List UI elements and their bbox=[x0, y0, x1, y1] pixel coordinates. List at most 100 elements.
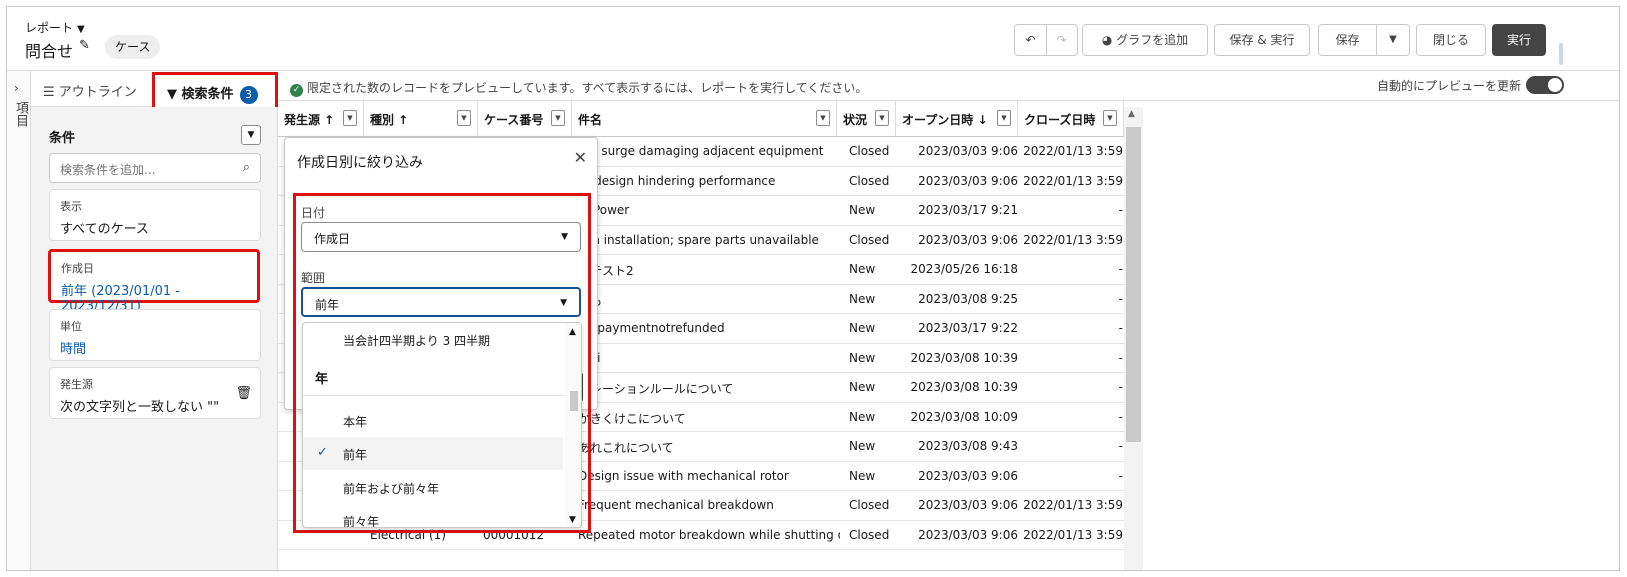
close-button[interactable]: 閉じる bbox=[1416, 24, 1486, 56]
chevron-up-icon[interactable]: ▲ bbox=[1128, 109, 1135, 119]
cell-status: New bbox=[849, 291, 876, 306]
range-options-listbox[interactable]: 当会計四半期より 3 四半期 年 本年 ✓ 前年 前年および前々年 前々年 ▲ ▼ bbox=[302, 322, 582, 528]
cell-open: 2023/03/03 9:06 bbox=[918, 468, 1018, 483]
option-group-year: 年 bbox=[315, 372, 329, 387]
date-field-select[interactable]: 作成日 ▼ bbox=[301, 222, 581, 252]
chevron-down-icon[interactable]: ▼ bbox=[77, 24, 85, 35]
tab-filters[interactable]: ▼ 検索条件 3 bbox=[152, 72, 278, 112]
option-quarter[interactable]: 当会計四半期より 3 四半期 bbox=[303, 323, 563, 356]
filter-card-created-date[interactable]: 作成日 前年 (2023/01/01 - 2023/12/31) bbox=[48, 249, 260, 314]
divider bbox=[1046, 25, 1047, 55]
cell-subject: あれこれについて bbox=[578, 441, 674, 455]
chevron-down-icon[interactable]: ▼ bbox=[457, 110, 471, 126]
filter-card-origin[interactable]: 発生源 次の文字列と一致しない "" 🗑 bbox=[49, 367, 261, 419]
chevron-down-icon[interactable]: ▼ bbox=[343, 110, 357, 126]
breadcrumb-label: レポート bbox=[25, 21, 74, 35]
filter-value: 時間 bbox=[60, 342, 87, 357]
save-and-run-button[interactable]: 保存 & 実行 bbox=[1214, 24, 1310, 56]
column-header-opened[interactable]: オープン日時 ↓ ▼ bbox=[896, 101, 1018, 137]
option-last-year[interactable]: ✓ 前年 bbox=[303, 437, 563, 470]
chevron-down-icon[interactable]: ▼ bbox=[569, 515, 576, 525]
redo-icon[interactable]: ↷ bbox=[1046, 25, 1077, 55]
cell-close: - bbox=[1118, 468, 1123, 483]
date-field-label: 日付 bbox=[301, 206, 326, 220]
cell-open: 2023/03/08 9:25 bbox=[918, 291, 1018, 306]
option-label: 当会計四半期より 3 四半期 bbox=[343, 334, 491, 348]
chevron-down-icon: ▼ bbox=[560, 298, 567, 308]
report-header: レポート ▼ 問合せ ✎ ケース ↶ ↷ ◕ グラフを追加 保存 & 実行 保存 ▼… bbox=[7, 7, 1619, 71]
cell-open: 2023/03/17 9:21 bbox=[918, 203, 1018, 217]
filter-value: すべてのケース bbox=[60, 222, 149, 237]
option-two-years-ago[interactable]: 前々年 bbox=[303, 504, 563, 528]
option-label: 本年 bbox=[343, 415, 368, 429]
column-header-status[interactable]: 状況 ▼ bbox=[837, 101, 896, 137]
report-title: 問合せ bbox=[25, 42, 74, 61]
chevron-down-icon[interactable]: ▼ bbox=[875, 110, 889, 126]
conditions-menu-button[interactable]: ▼ bbox=[241, 125, 261, 145]
filter-label: 単位 bbox=[60, 320, 82, 333]
cell-close: 2022/01/13 3:59 bbox=[1023, 498, 1123, 512]
search-placeholder: 検索条件を追加... bbox=[60, 163, 156, 177]
conditions-heading: 条件 bbox=[49, 131, 76, 146]
close-icon[interactable]: ✕ bbox=[574, 148, 587, 167]
breadcrumb-reports[interactable]: レポート ▼ bbox=[25, 19, 85, 36]
auto-preview-label: 自動的にプレビューを更新 bbox=[1377, 79, 1522, 93]
chevron-down-icon[interactable]: ▼ bbox=[997, 110, 1011, 126]
chevron-right-icon[interactable]: › bbox=[14, 81, 19, 95]
check-icon: ✓ bbox=[317, 445, 328, 460]
fields-rail[interactable]: › 項目 bbox=[7, 71, 31, 570]
cell-open: 2023/03/08 9:43 bbox=[918, 439, 1018, 453]
cell-status: Closed bbox=[849, 144, 890, 158]
column-header-source[interactable]: 発生源 ↑ ▼ bbox=[278, 101, 364, 137]
cell-close: - bbox=[1118, 321, 1123, 335]
cell-open: 2023/03/17 9:22 bbox=[918, 321, 1018, 335]
column-header-closed[interactable]: クローズ日時 ▼ bbox=[1018, 101, 1124, 137]
chart-icon: ◕ bbox=[1101, 33, 1117, 47]
auto-preview-toggle[interactable] bbox=[1526, 76, 1564, 94]
filter-label: 発生源 bbox=[60, 378, 93, 391]
cell-open: 2023/03/08 10:39 bbox=[910, 350, 1018, 365]
popover-title: 作成日別に絞り込み bbox=[297, 155, 423, 171]
side-handle[interactable] bbox=[1559, 43, 1563, 65]
undo-redo-group: ↶ ↷ bbox=[1014, 24, 1078, 56]
trash-icon[interactable]: 🗑 bbox=[235, 386, 252, 401]
cell-status: Closed bbox=[849, 498, 890, 512]
range-select[interactable]: 前年 ▼ bbox=[301, 287, 581, 317]
table-scrollbar[interactable]: ▲ bbox=[1124, 107, 1143, 570]
option-last-two-years[interactable]: 前年および前々年 bbox=[303, 471, 563, 504]
filter-card-show[interactable]: 表示 すべてのケース bbox=[49, 189, 261, 241]
chevron-down-icon[interactable]: ▼ bbox=[1103, 110, 1117, 126]
list-icon: ☰ bbox=[43, 85, 59, 100]
column-header-case-number[interactable]: ケース番号 ▼ bbox=[478, 101, 572, 137]
scroll-thumb[interactable] bbox=[1126, 127, 1141, 442]
add-filter-search-input[interactable]: 検索条件を追加... ⌕ bbox=[49, 153, 261, 183]
option-this-year[interactable]: 本年 bbox=[303, 404, 563, 437]
column-header-subject[interactable]: 件名 ▼ bbox=[572, 101, 837, 137]
chevron-down-icon: ▼ bbox=[561, 232, 568, 242]
header-label: クローズ日時 bbox=[1024, 113, 1096, 127]
add-chart-label: グラフを追加 bbox=[1116, 33, 1189, 47]
edit-pencil-icon[interactable]: ✎ bbox=[79, 38, 90, 53]
chevron-down-icon[interactable]: ▼ bbox=[816, 110, 830, 126]
cell-subject: y in installation; spare parts unavailab… bbox=[578, 232, 819, 247]
header-label: ケース番号 bbox=[484, 113, 544, 127]
search-icon: ⌕ bbox=[242, 160, 250, 175]
cell-subject: Repeated motor breakdown while shutting … bbox=[578, 527, 840, 542]
column-header-type[interactable]: 種別 ↑ ▼ bbox=[364, 101, 478, 137]
chevron-down-icon[interactable]: ▼ bbox=[1376, 25, 1410, 55]
filter-card-unit[interactable]: 単位 時間 bbox=[49, 309, 261, 361]
undo-icon[interactable]: ↶ bbox=[1015, 25, 1046, 55]
scroll-thumb[interactable] bbox=[570, 391, 578, 411]
cell-close: 2022/01/13 3:59 bbox=[1023, 173, 1123, 188]
check-circle-icon: ✓ bbox=[290, 84, 303, 97]
cell-close: - bbox=[1118, 409, 1123, 424]
run-button[interactable]: 実行 bbox=[1492, 24, 1546, 56]
tab-outline[interactable]: ☰ アウトライン bbox=[43, 81, 137, 100]
listbox-scrollbar[interactable]: ▲ ▼ bbox=[565, 323, 581, 527]
chevron-up-icon[interactable]: ▲ bbox=[569, 327, 576, 337]
cell-status: New bbox=[849, 203, 876, 217]
add-chart-button[interactable]: ◕ グラフを追加 bbox=[1082, 24, 1208, 56]
chevron-down-icon[interactable]: ▼ bbox=[551, 110, 565, 126]
save-button[interactable]: 保存 bbox=[1319, 25, 1376, 55]
option-label: 前々年 bbox=[343, 515, 380, 528]
